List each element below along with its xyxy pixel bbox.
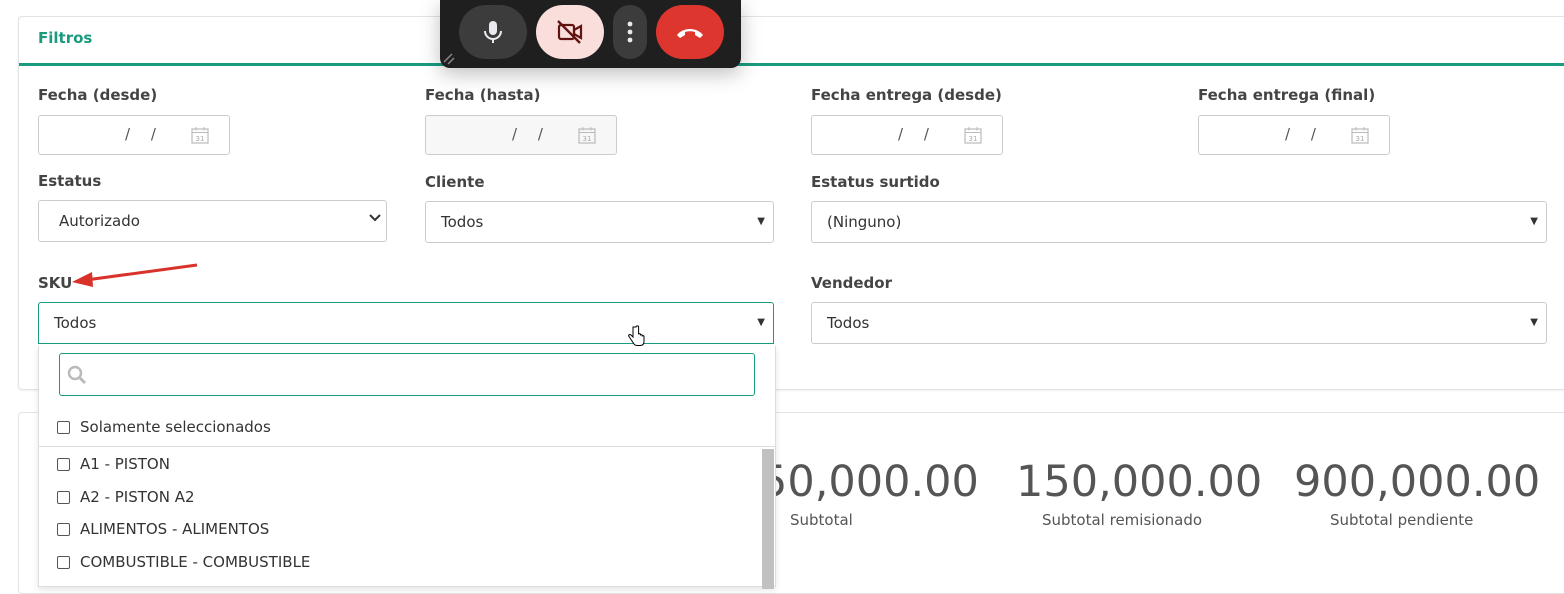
camera-off-button[interactable] [536, 5, 604, 59]
subtotal-pendiente-value: 900,000.00 [1294, 457, 1541, 507]
date-placeholder: / / [898, 125, 937, 143]
only-selected-option[interactable]: Solamente seleccionados [57, 418, 271, 436]
more-options-button[interactable] [613, 5, 647, 59]
estatus-surtido-label: Estatus surtido [811, 173, 940, 191]
vendedor-label: Vendedor [811, 274, 892, 292]
filters-header: Filtros [19, 17, 1564, 66]
entrega-desde-input[interactable]: / / 31 [811, 115, 1003, 155]
annotation-arrow [72, 263, 198, 287]
hang-up-button[interactable] [656, 5, 724, 59]
search-icon [67, 365, 87, 385]
calendar-icon[interactable]: 31 [578, 126, 596, 144]
subtotal-remisionado-value: 150,000.00 [1016, 457, 1263, 507]
caret-down-icon: ▼ [1530, 216, 1538, 227]
microphone-button[interactable] [459, 5, 527, 59]
sku-option-label: A1 - PISTON [80, 455, 170, 473]
fecha-hasta-input[interactable]: / / 31 [425, 115, 617, 155]
cliente-label: Cliente [425, 173, 485, 191]
sku-option[interactable]: A1 - PISTON [57, 455, 170, 473]
checkbox[interactable] [57, 491, 70, 504]
date-placeholder: / / [512, 125, 551, 143]
caret-down-icon: ▼ [757, 317, 765, 328]
only-selected-label: Solamente seleccionados [80, 418, 271, 436]
subtotal-pendiente-label: Subtotal pendiente [1330, 511, 1474, 529]
divider [39, 446, 775, 447]
sku-dropdown: Solamente seleccionados A1 - PISTON A2 -… [38, 346, 776, 589]
video-off-icon [557, 20, 583, 44]
chevron-down-icon [369, 214, 381, 222]
calendar-icon[interactable]: 31 [964, 126, 982, 144]
dropdown-scrollbar[interactable] [762, 449, 774, 589]
sku-value: Todos [54, 314, 97, 332]
sku-option[interactable]: A2 - PISTON A2 [57, 488, 195, 506]
estatus-surtido-value: (Ninguno) [827, 213, 902, 231]
subtotal-value: 50,000.00 [760, 457, 979, 507]
sku-option-label: A2 - PISTON A2 [80, 488, 195, 506]
sku-option[interactable]: COMBUSTIBLE - COMBUSTIBLE [57, 553, 310, 571]
estatus-surtido-select[interactable]: (Ninguno) ▼ [811, 201, 1547, 243]
sku-select[interactable]: Todos ▼ [38, 302, 774, 344]
svg-text:31: 31 [583, 135, 592, 143]
svg-text:31: 31 [969, 135, 978, 143]
subtotal-remisionado-label: Subtotal remisionado [1042, 511, 1203, 529]
sku-option[interactable]: ALIMENTOS - ALIMENTOS [57, 520, 269, 538]
checkbox[interactable] [57, 458, 70, 471]
sku-search-input[interactable] [59, 353, 755, 396]
sku-option-label: ALIMENTOS - ALIMENTOS [80, 520, 270, 538]
vendedor-value: Todos [827, 314, 870, 332]
fecha-hasta-label: Fecha (hasta) [425, 86, 541, 104]
subtotal-label: Subtotal [790, 511, 853, 529]
entrega-final-label: Fecha entrega (final) [1198, 86, 1376, 104]
svg-text:31: 31 [1356, 135, 1365, 143]
checkbox[interactable] [57, 421, 70, 434]
hand-cursor-icon [628, 325, 645, 346]
microphone-icon [484, 21, 502, 43]
call-controls-bar [440, 0, 741, 68]
more-icon [627, 21, 633, 43]
checkbox[interactable] [57, 556, 70, 569]
vendedor-select[interactable]: Todos ▼ [811, 302, 1547, 344]
cliente-select[interactable]: Todos ▼ [425, 201, 774, 243]
entrega-desde-label: Fecha entrega (desde) [811, 86, 1002, 104]
calendar-icon[interactable]: 31 [1351, 126, 1369, 144]
entrega-final-input[interactable]: / / 31 [1198, 115, 1390, 155]
sku-option-label: COMBUSTIBLE - COMBUSTIBLE [80, 553, 311, 571]
resize-handle-icon[interactable] [442, 52, 456, 66]
date-placeholder: / / [1285, 125, 1324, 143]
caret-down-icon: ▼ [1530, 317, 1538, 328]
hang-up-icon [677, 29, 703, 38]
checkbox[interactable] [57, 523, 70, 536]
cliente-value: Todos [441, 213, 484, 231]
caret-down-icon: ▼ [757, 216, 765, 227]
